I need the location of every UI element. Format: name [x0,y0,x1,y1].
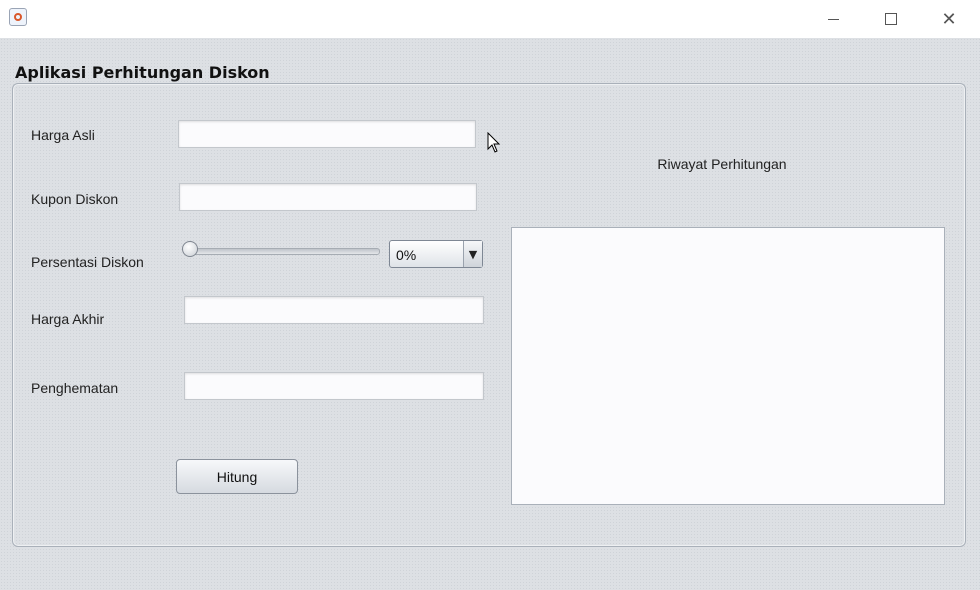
harga-asli-label: Harga Asli [31,127,95,143]
close-icon: ✕ [941,8,957,30]
maximize-icon [885,13,897,25]
maximize-button[interactable] [862,0,920,38]
java-app-icon [9,8,27,26]
window-titlebar: ✕ [0,0,980,39]
discount-percent-select[interactable]: 0% ▼ [389,240,483,268]
history-title: Riwayat Perhitungan [657,156,787,172]
minimize-icon [827,18,839,20]
harga-akhir-input[interactable] [184,296,484,324]
discount-slider-handle[interactable] [182,241,198,257]
discount-percent-value: 0% [396,247,417,263]
harga-akhir-label: Harga Akhir [31,311,105,327]
panel-title: Aplikasi Perhitungan Diskon [15,63,270,82]
close-button[interactable]: ✕ [920,0,978,38]
discount-slider-track[interactable] [186,248,380,255]
harga-asli-input[interactable] [178,120,476,148]
minimize-button[interactable] [804,0,862,38]
kupon-diskon-label: Kupon Diskon [31,191,119,207]
penghematan-input[interactable] [184,372,484,400]
hitung-button[interactable]: Hitung [176,459,298,494]
persentasi-diskon-label: Persentasi Diskon [31,254,144,270]
history-textarea[interactable] [511,227,945,505]
kupon-diskon-input[interactable] [179,183,477,211]
penghematan-label: Penghematan [31,380,119,396]
dropdown-arrow-icon[interactable]: ▼ [463,241,482,267]
mouse-cursor-icon [487,132,501,153]
